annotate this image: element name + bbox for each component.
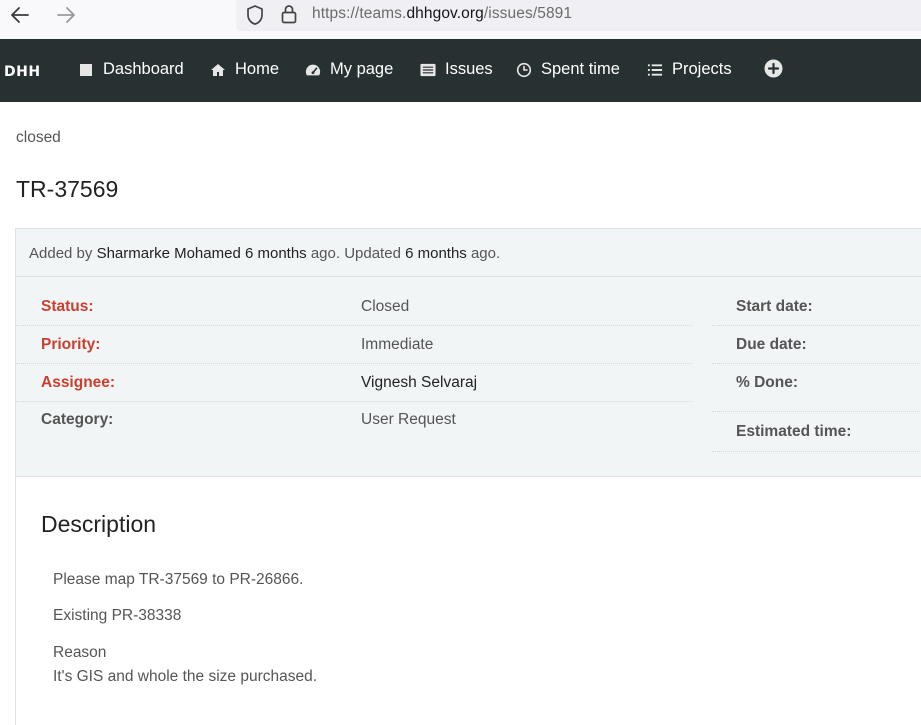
nav-dashboard[interactable]: Dashboard: [78, 60, 184, 79]
created-ago-link[interactable]: 6 months: [245, 245, 307, 262]
divider: [16, 276, 921, 277]
nav-projects[interactable]: Projects: [647, 60, 732, 79]
priority-label: Priority:: [41, 336, 101, 353]
assignee-label: Assignee:: [41, 374, 116, 391]
nav-issues[interactable]: Issues: [420, 60, 493, 79]
due-date-label: Due date:: [736, 336, 807, 353]
address-bar[interactable]: https://teams.dhhgov.org/issues/5891: [236, 0, 921, 31]
estimated-time-label: Estimated time:: [736, 423, 852, 440]
start-date-label: Start date:: [736, 298, 813, 315]
projects-icon: [647, 62, 663, 78]
author-link[interactable]: Sharmarke Mohamed: [97, 245, 241, 262]
page-title: TR-37569: [16, 176, 119, 202]
list-icon: [420, 62, 436, 78]
description-border: [15, 477, 16, 725]
row-divider: [16, 363, 692, 364]
top-navigation: DHH Dashboard Home My page Issues Spent …: [0, 39, 921, 102]
row-divider: [712, 451, 921, 452]
plus-circle-icon[interactable]: [764, 59, 783, 82]
row-divider: [712, 363, 921, 364]
row-divider: [16, 401, 692, 402]
percent-done-label: % Done:: [736, 374, 798, 391]
row-divider: [712, 325, 921, 326]
nav-my-page[interactable]: My page: [305, 60, 393, 79]
nav-spent-time[interactable]: Spent time: [516, 60, 620, 79]
arrow-right-icon: [57, 7, 75, 23]
issue-status-text: closed: [16, 129, 61, 146]
url-text[interactable]: https://teams.dhhgov.org/issues/5891: [312, 5, 572, 23]
square-icon: [78, 62, 94, 78]
assignee-link[interactable]: Vignesh Selvaraj: [361, 374, 477, 392]
row-divider: [16, 325, 692, 326]
status-label: Status:: [41, 298, 94, 315]
row-divider: [712, 411, 921, 412]
description-line: Existing PR-38338: [53, 607, 182, 624]
description-line: Please map TR-37569 to PR-26866.: [53, 571, 304, 588]
category-value: User Request: [361, 411, 456, 428]
description-line: It's GIS and whole the size purchased.: [53, 668, 318, 685]
lock-icon[interactable]: [280, 3, 298, 29]
description-line: Reason: [53, 644, 107, 661]
updated-ago-link[interactable]: 6 months: [405, 245, 467, 262]
clock-icon: [516, 62, 532, 78]
forward-button[interactable]: [54, 4, 78, 26]
author-line: Added by Sharmarke Mohamed 6 months ago.…: [29, 245, 501, 262]
description-heading: Description: [41, 511, 157, 537]
category-label: Category:: [41, 411, 114, 428]
back-button[interactable]: [8, 4, 32, 26]
status-value: Closed: [361, 298, 410, 315]
priority-value: Immediate: [361, 336, 434, 353]
home-icon: [210, 62, 226, 78]
arrow-left-icon: [11, 7, 29, 23]
nav-home[interactable]: Home: [210, 60, 279, 79]
brand-logo[interactable]: DHH: [4, 64, 41, 80]
browser-toolbar: https://teams.dhhgov.org/issues/5891: [0, 0, 921, 39]
shield-icon[interactable]: [245, 4, 265, 30]
gauge-icon: [305, 62, 321, 78]
issue-details-box: Added by Sharmarke Mohamed 6 months ago.…: [15, 228, 921, 477]
